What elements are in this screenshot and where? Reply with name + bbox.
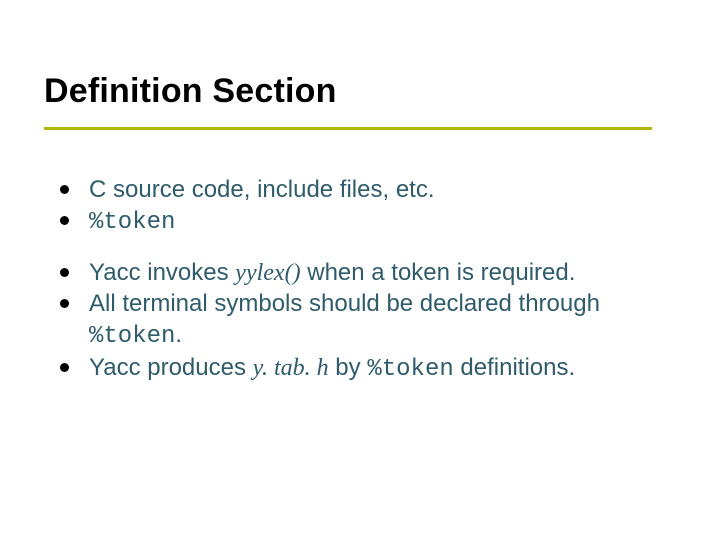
bullet-list: C source code, include files, etc. %toke… bbox=[60, 175, 660, 385]
text-run: All terminal symbols should be declared … bbox=[89, 290, 600, 317]
bullet-icon bbox=[60, 216, 69, 225]
list-item: Yacc produces y. tab. h by %token defini… bbox=[60, 353, 660, 386]
code-run: %token bbox=[367, 356, 453, 383]
list-item: Yacc invokes yylex() when a token is req… bbox=[60, 258, 660, 289]
text-run: definitions. bbox=[454, 354, 575, 381]
list-item-text: Yacc invokes yylex() when a token is req… bbox=[89, 258, 660, 289]
list-item-text: %token bbox=[89, 206, 660, 239]
italic-run: yylex() bbox=[235, 260, 300, 286]
spacer bbox=[60, 238, 660, 258]
italic-run: y. tab. h bbox=[253, 355, 329, 381]
title-underline bbox=[44, 127, 652, 130]
text-run: by bbox=[329, 354, 368, 381]
list-item: %token bbox=[60, 206, 660, 239]
text-run: when a token is required. bbox=[301, 259, 576, 286]
list-item-text: All terminal symbols should be declared … bbox=[89, 289, 660, 352]
list-item-text: Yacc produces y. tab. h by %token defini… bbox=[89, 353, 660, 386]
text-run: Yacc produces bbox=[89, 354, 253, 381]
slide-title: Definition Section bbox=[44, 72, 337, 111]
code-run: %token bbox=[89, 209, 175, 236]
text-run: Yacc invokes bbox=[89, 259, 235, 286]
list-item-text: C source code, include files, etc. bbox=[89, 175, 660, 206]
text-run: C source code, include files, etc. bbox=[89, 176, 435, 203]
slide: Definition Section C source code, includ… bbox=[0, 0, 720, 540]
list-item: C source code, include files, etc. bbox=[60, 175, 660, 206]
code-run: %token bbox=[89, 323, 175, 350]
bullet-icon bbox=[60, 299, 69, 308]
bullet-icon bbox=[60, 185, 69, 194]
bullet-icon bbox=[60, 268, 69, 277]
bullet-icon bbox=[60, 363, 69, 372]
list-item: All terminal symbols should be declared … bbox=[60, 289, 660, 352]
text-run: . bbox=[175, 321, 182, 348]
